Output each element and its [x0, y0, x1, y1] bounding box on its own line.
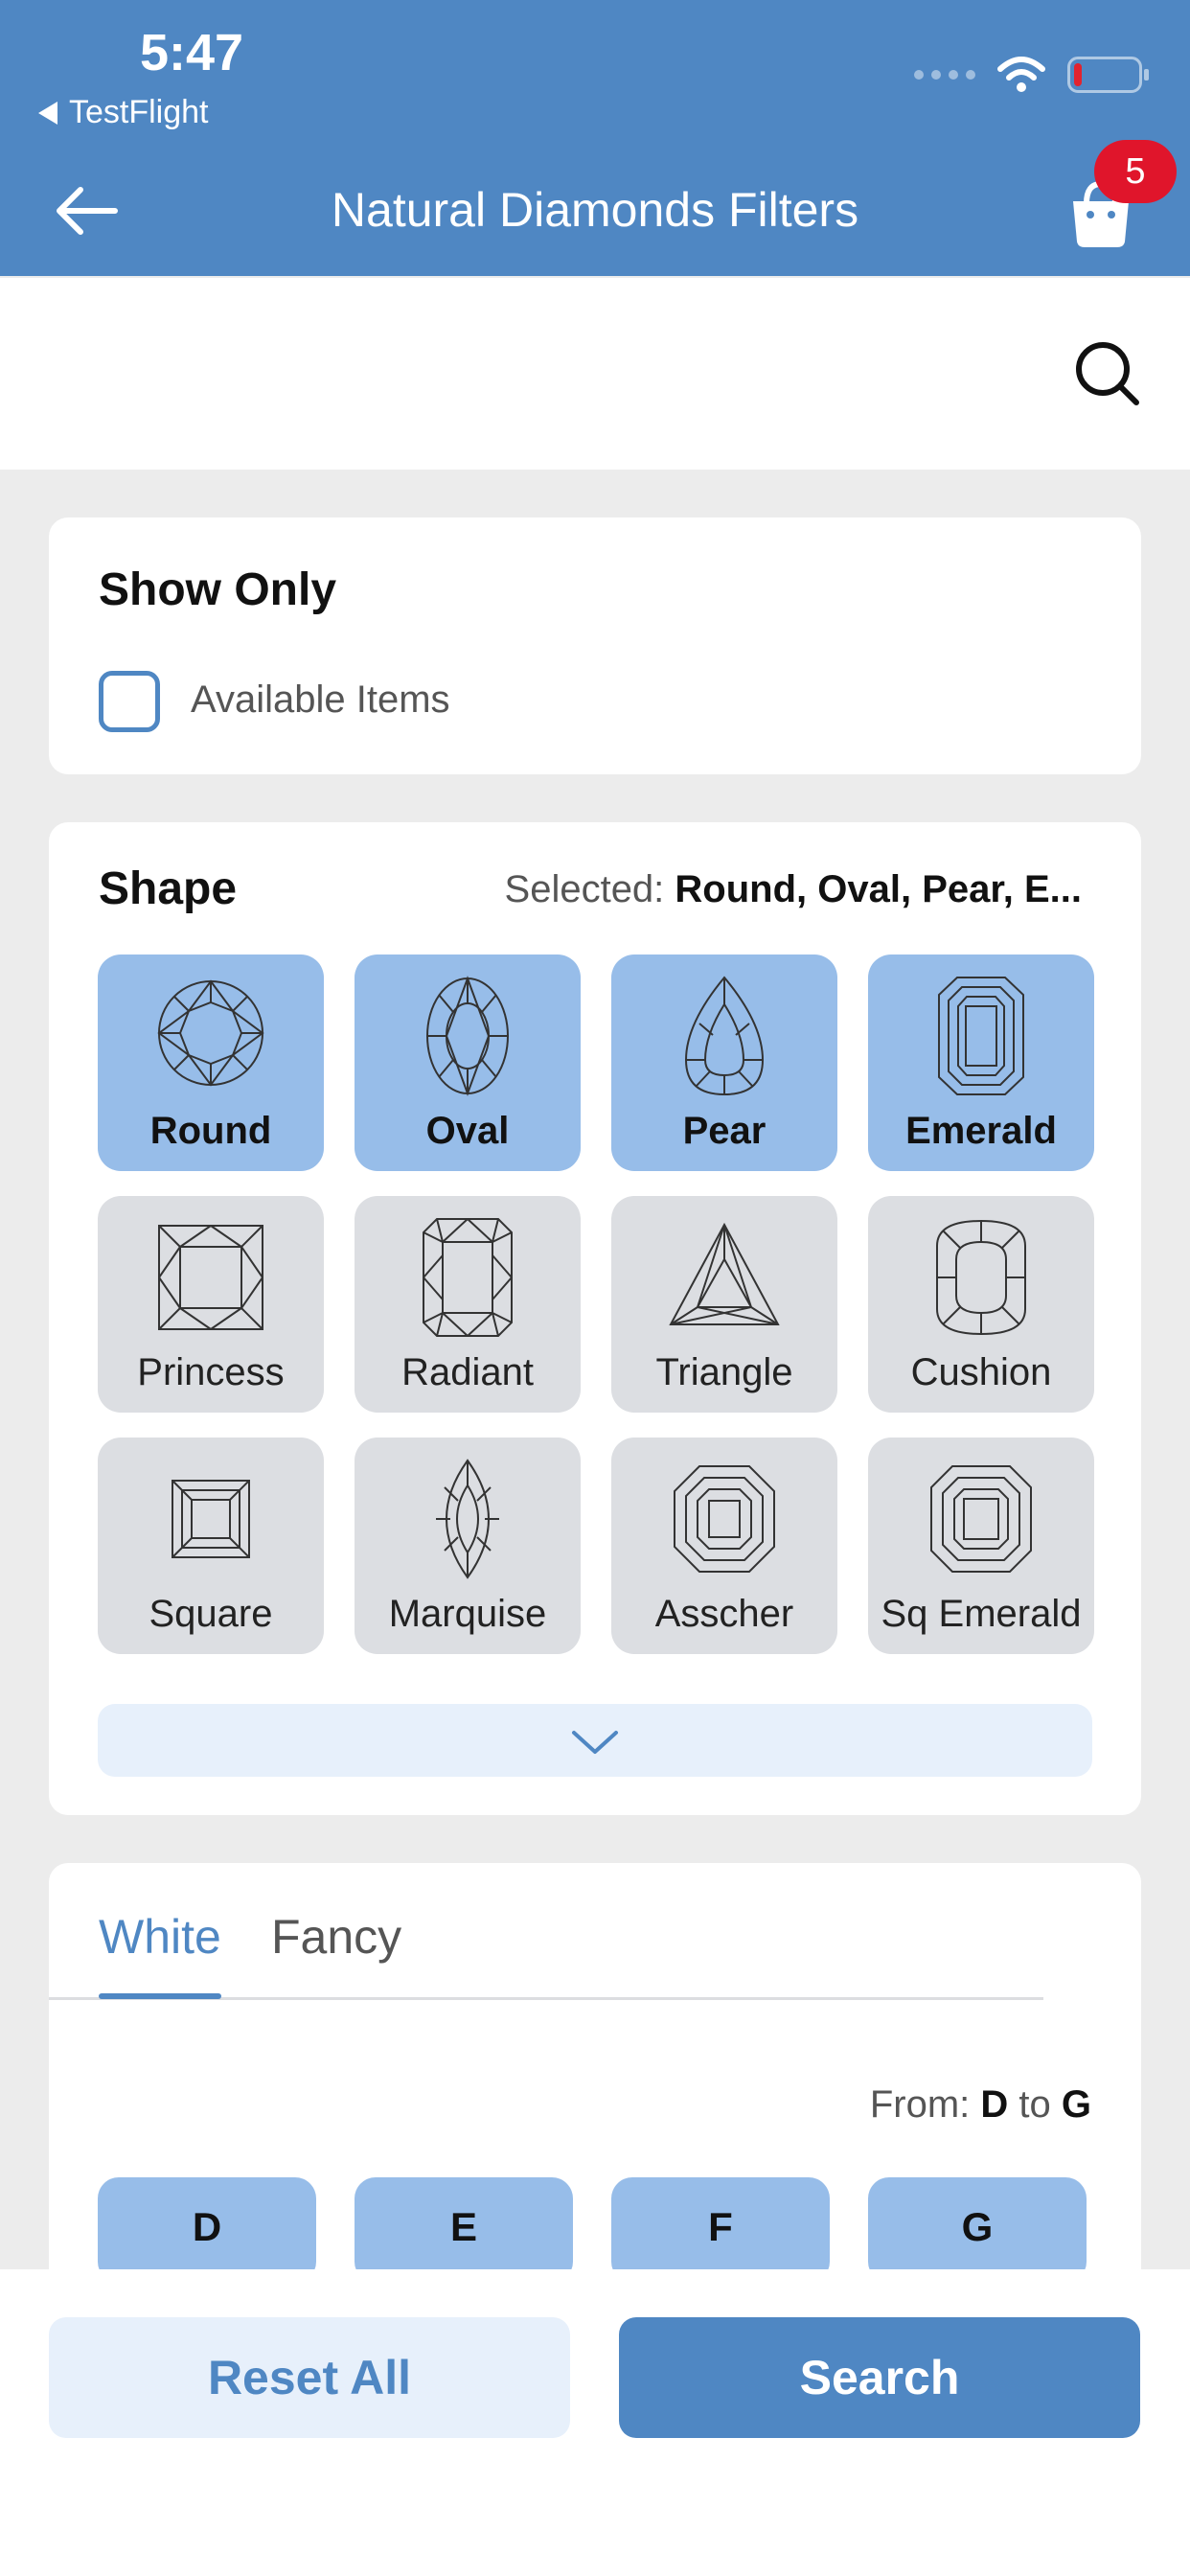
cushion-diamond-icon [936, 1219, 1026, 1336]
tab-white[interactable]: White [99, 1909, 221, 1965]
back-to-app-link[interactable]: TestFlight [38, 94, 209, 131]
page-title: Natural Diamonds Filters [331, 183, 859, 237]
battery-level [1074, 63, 1082, 86]
shape-grid: Round Oval Pear Emerald Princess Radiant… [98, 954, 1094, 1654]
shape-selected-value: Round, Oval, Pear, E... [675, 868, 1082, 910]
round-diamond-icon [157, 979, 264, 1087]
chevron-down-icon [572, 1731, 618, 1754]
color-to-word: to [1018, 2083, 1051, 2126]
radiant-diamond-icon [423, 1218, 513, 1337]
shape-tile-marquise[interactable]: Marquise [355, 1438, 581, 1654]
shape-label: Princess [137, 1351, 285, 1393]
shape-tile-pear[interactable]: Pear [611, 954, 837, 1171]
shape-tile-square[interactable]: Square [98, 1438, 324, 1654]
triangle-diamond-icon [669, 1222, 780, 1325]
wifi-icon [997, 57, 1045, 92]
shape-label: Sq Emerald [881, 1593, 1082, 1635]
color-from-value: D [980, 2083, 1009, 2126]
princess-diamond-icon [158, 1225, 263, 1330]
marquise-diamond-icon [436, 1459, 499, 1579]
status-icons [914, 56, 1149, 94]
search-icon[interactable] [1073, 339, 1142, 408]
shape-tile-asscher[interactable]: Asscher [611, 1438, 837, 1654]
shape-tile-triangle[interactable]: Triangle [611, 1196, 837, 1413]
emerald-diamond-icon [938, 977, 1024, 1095]
square-emerald-diamond-icon [930, 1465, 1032, 1573]
show-only-title: Show Only [99, 564, 337, 615]
shape-tile-oval[interactable]: Oval [355, 954, 581, 1171]
square-diamond-icon [172, 1480, 250, 1558]
expand-shapes-button[interactable] [98, 1704, 1092, 1777]
search-strip [0, 278, 1190, 470]
active-tab-indicator [99, 1993, 221, 1999]
bottom-action-bar: Reset All Search [0, 2269, 1190, 2576]
available-items-checkbox[interactable] [99, 671, 160, 732]
shape-tile-round[interactable]: Round [98, 954, 324, 1171]
asscher-diamond-icon [674, 1465, 775, 1573]
reset-all-button[interactable]: Reset All [49, 2317, 570, 2438]
search-button[interactable]: Search [619, 2317, 1140, 2438]
shape-label: Emerald [905, 1110, 1057, 1152]
color-chip-d[interactable]: D [98, 2177, 316, 2283]
shape-label: Round [149, 1110, 272, 1152]
pear-diamond-icon [684, 976, 765, 1096]
shape-label: Radiant [401, 1351, 534, 1393]
top-bar: 5:47 TestFlight Natural Diamonds Filters… [0, 0, 1190, 276]
signal-icon [914, 70, 975, 80]
shape-card: Shape Selected: Round, Oval, Pear, E... … [49, 822, 1141, 1815]
tab-fancy[interactable]: Fancy [271, 1909, 401, 1965]
color-chip-e[interactable]: E [355, 2177, 573, 2283]
shape-tile-emerald[interactable]: Emerald [868, 954, 1094, 1171]
available-items-label[interactable]: Available Items [191, 678, 450, 722]
shape-label: Oval [425, 1110, 510, 1152]
shape-tile-radiant[interactable]: Radiant [355, 1196, 581, 1413]
shape-tile-princess[interactable]: Princess [98, 1196, 324, 1413]
back-app-label: TestFlight [69, 94, 209, 130]
color-from-prefix: From: [869, 2083, 971, 2126]
back-triangle-icon [38, 101, 57, 125]
shape-selected-summary: Selected: Round, Oval, Pear, E... [505, 868, 1082, 911]
cart-count-badge: 5 [1094, 140, 1177, 203]
color-range-summary: From: D to G [870, 2083, 1091, 2127]
shape-label: Triangle [655, 1351, 793, 1393]
shape-label: Asscher [654, 1593, 794, 1635]
shape-title: Shape [99, 863, 238, 914]
color-grade-grid: D E F G [98, 2177, 1087, 2283]
show-only-card: Show Only Available Items [49, 518, 1141, 774]
status-time: 5:47 [140, 24, 244, 81]
battery-icon [1067, 57, 1149, 93]
shape-label: Pear [682, 1110, 767, 1152]
color-chip-g[interactable]: G [868, 2177, 1087, 2283]
shape-label: Cushion [910, 1351, 1052, 1393]
shape-tile-cushion[interactable]: Cushion [868, 1196, 1094, 1413]
color-to-value: G [1061, 2083, 1091, 2126]
shape-selected-prefix: Selected: [504, 868, 665, 910]
color-chip-f[interactable]: F [611, 2177, 830, 2283]
shape-tile-sq-emerald[interactable]: Sq Emerald [868, 1438, 1094, 1654]
shape-label: Marquise [388, 1593, 547, 1635]
oval-diamond-icon [426, 976, 509, 1096]
shape-label: Square [149, 1593, 273, 1635]
